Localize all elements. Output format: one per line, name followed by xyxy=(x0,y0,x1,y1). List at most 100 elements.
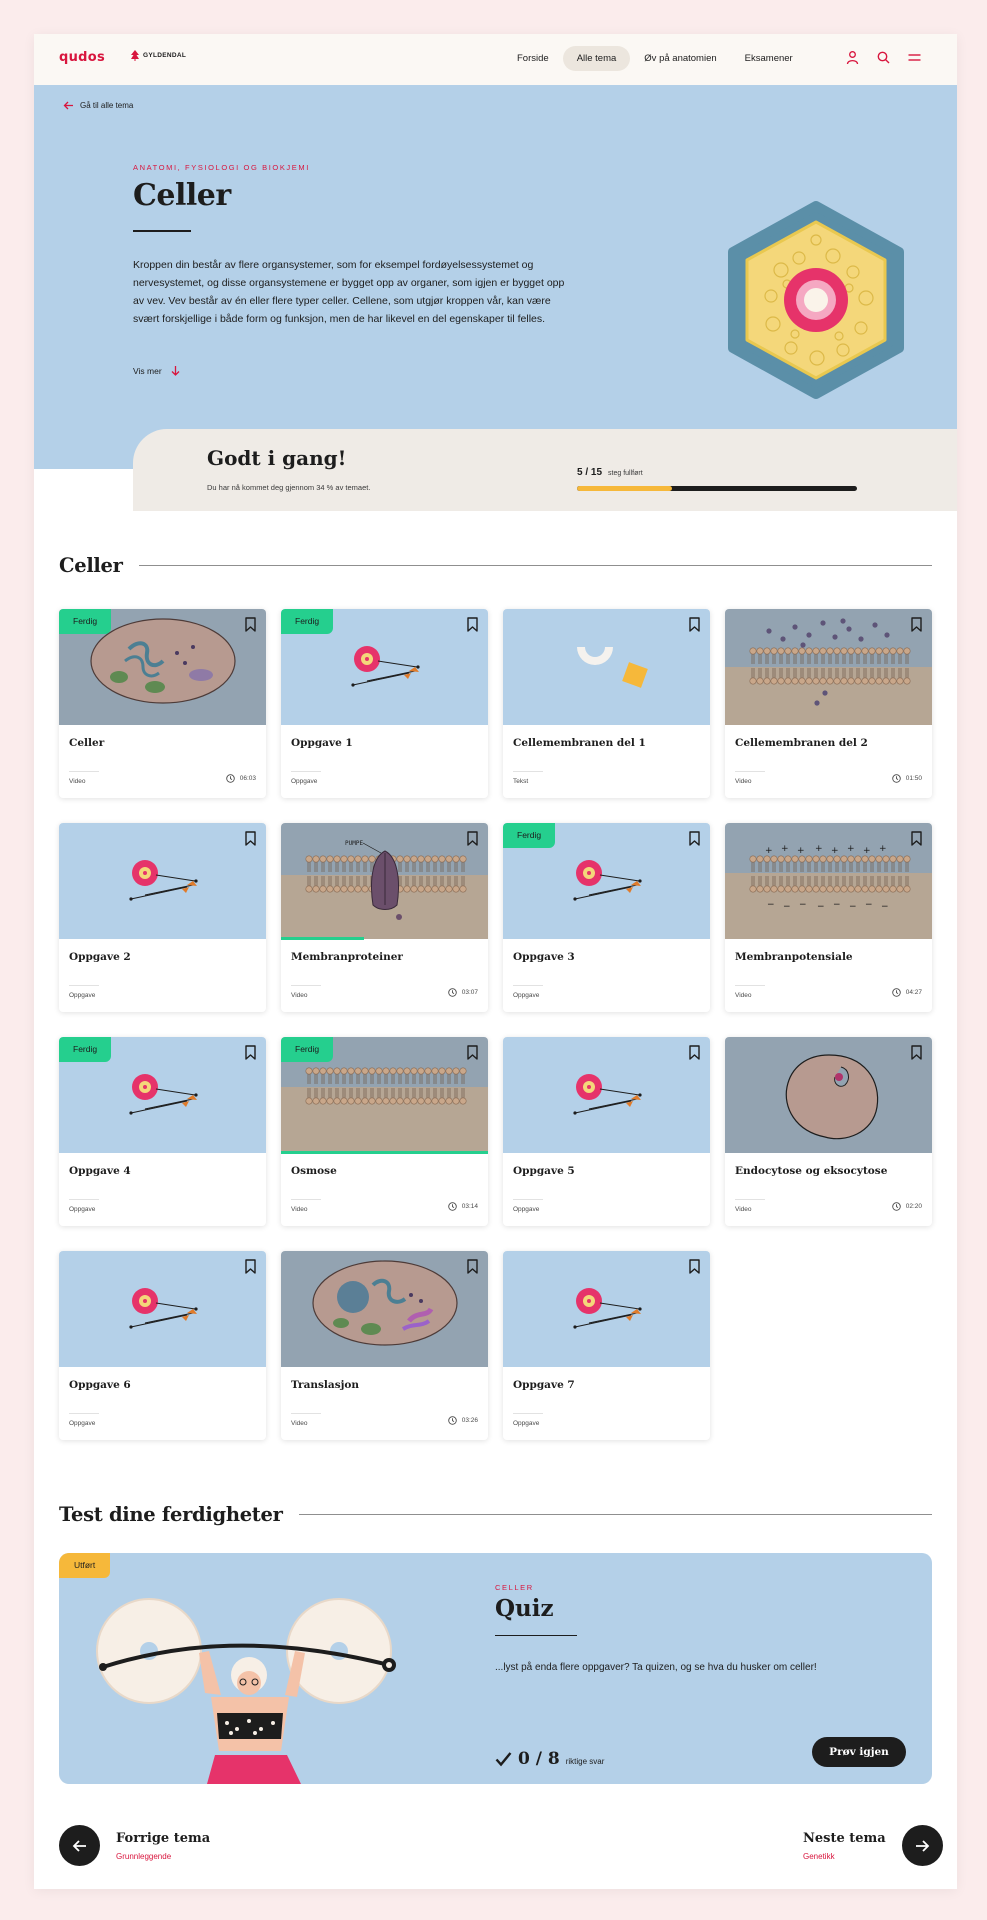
card-title: Oppgave 4 xyxy=(69,1165,131,1177)
duration-value: 02:20 xyxy=(905,1203,922,1210)
previous-topic-button[interactable] xyxy=(59,1825,100,1866)
bookmark-icon[interactable] xyxy=(466,617,479,632)
card-type: Oppgave xyxy=(69,1420,96,1427)
section-title: Celler xyxy=(59,554,123,577)
content-card[interactable]: Oppgave 5 Oppgave xyxy=(503,1037,710,1226)
bookmark-icon[interactable] xyxy=(910,831,923,846)
nav-eksamener[interactable]: Eksamener xyxy=(731,46,807,71)
card-divider xyxy=(69,1413,99,1414)
bookmark-icon[interactable] xyxy=(688,831,701,846)
clock-icon xyxy=(447,1202,457,1211)
card-type: Oppgave xyxy=(291,778,318,785)
qudos-logo[interactable]: qudos xyxy=(59,50,105,65)
topic-hero: Gå til alle tema ANATOMI, FYSIOLOGI OG B… xyxy=(34,85,957,469)
tree-icon xyxy=(131,50,139,61)
card-duration: 03:14 xyxy=(447,1202,478,1211)
svg-text:−: − xyxy=(865,900,873,910)
content-card[interactable]: Ferdig Celler Video 06:03 xyxy=(59,609,266,798)
bookmark-icon[interactable] xyxy=(688,617,701,632)
card-title: Cellemembranen del 1 xyxy=(513,737,646,749)
bookmark-icon[interactable] xyxy=(244,831,257,846)
bookmark-icon[interactable] xyxy=(244,1045,257,1060)
steps-count: 5 / 15 xyxy=(577,467,603,478)
card-type: Oppgave xyxy=(513,992,540,999)
previous-topic-name[interactable]: Grunnleggende xyxy=(116,1852,210,1861)
content-card[interactable]: Cellemembranen del 2 Video 01:50 xyxy=(725,609,932,798)
content-card[interactable]: PUMPE Membranproteiner Video 03:07 xyxy=(281,823,488,1012)
card-type: Video xyxy=(291,992,308,999)
page: qudos GYLDENDAL Forside Alle tema Øv på … xyxy=(34,34,957,1889)
bookmark-icon[interactable] xyxy=(688,1259,701,1274)
card-duration: 04:27 xyxy=(891,988,922,997)
next-topic-button[interactable] xyxy=(901,1825,943,1866)
content-card[interactable]: Translasjon Video 03:26 xyxy=(281,1251,488,1440)
search-icon[interactable] xyxy=(876,50,891,65)
card-illustration xyxy=(503,609,710,725)
clock-icon xyxy=(891,774,901,783)
content-card[interactable]: Oppgave 6 Oppgave xyxy=(59,1251,266,1440)
bookmark-icon[interactable] xyxy=(910,617,923,632)
progress-bar xyxy=(577,486,857,491)
card-divider xyxy=(69,985,99,986)
content-card[interactable]: Ferdig Oppgave 3 Oppgave xyxy=(503,823,710,1012)
bookmark-icon[interactable] xyxy=(244,1259,257,1274)
content-card[interactable]: Ferdig Oppgave 1 Oppgave xyxy=(281,609,488,798)
card-illustration xyxy=(59,1251,266,1367)
bookmark-icon[interactable] xyxy=(910,1045,923,1060)
quiz-score: 0 / 8 riktige svar xyxy=(495,1749,604,1769)
card-illustration xyxy=(59,823,266,939)
card-divider xyxy=(735,1199,765,1200)
quiz-category: CELLER xyxy=(495,1583,534,1592)
back-to-all-topics-link[interactable]: Gå til alle tema xyxy=(63,100,133,111)
nav-forside[interactable]: Forside xyxy=(503,46,563,71)
header-actions xyxy=(845,50,922,65)
card-divider xyxy=(291,1199,321,1200)
nav-ov-pa-anatomien[interactable]: Øv på anatomien xyxy=(630,46,730,71)
card-title: Membranproteiner xyxy=(291,951,403,963)
bookmark-icon[interactable] xyxy=(466,1259,479,1274)
bookmark-icon[interactable] xyxy=(244,617,257,632)
content-card[interactable]: + + + + + + + + − − − − − − − − Membranpotensiale Video 0… xyxy=(725,823,932,1012)
card-duration: 03:07 xyxy=(447,988,478,997)
completed-badge: Ferdig xyxy=(59,1037,112,1062)
show-more-button[interactable]: Vis mer xyxy=(133,365,181,376)
card-thumbnail: + + + + + + + + − − − − − − − − xyxy=(725,823,932,939)
nav-alle-tema[interactable]: Alle tema xyxy=(562,46,631,71)
completed-badge: Ferdig xyxy=(59,609,112,634)
content-card[interactable]: Ferdig Osmose Video 03:14 xyxy=(281,1037,488,1226)
progress-card: Godt i gang! Du har nå kommet deg gjenno… xyxy=(133,429,957,511)
duration-value: 01:50 xyxy=(905,775,922,782)
quiz-score-label: riktige svar xyxy=(565,1757,605,1766)
card-divider xyxy=(291,1413,321,1414)
svg-text:−: − xyxy=(849,902,857,912)
content-card[interactable]: Oppgave 2 Oppgave xyxy=(59,823,266,1012)
next-topic-title: Neste tema xyxy=(803,1830,886,1846)
steps-completed: 5 / 15 steg fullført xyxy=(577,467,643,478)
bookmark-icon[interactable] xyxy=(688,1045,701,1060)
show-more-label: Vis mer xyxy=(133,365,162,376)
user-icon[interactable] xyxy=(845,50,860,65)
svg-text:+: + xyxy=(781,844,789,854)
card-divider xyxy=(735,985,765,986)
content-card[interactable]: Cellemembranen del 1 Tekst xyxy=(503,609,710,798)
progress-title: Godt i gang! xyxy=(207,446,347,470)
content-card[interactable]: Oppgave 7 Oppgave xyxy=(503,1251,710,1440)
card-type: Video xyxy=(735,1206,752,1213)
card-thumbnail xyxy=(59,823,266,939)
content-card[interactable]: Ferdig Oppgave 4 Oppgave xyxy=(59,1037,266,1226)
bookmark-icon[interactable] xyxy=(466,831,479,846)
bookmark-icon[interactable] xyxy=(466,1045,479,1060)
topic-category: ANATOMI, FYSIOLOGI OG BIOKJEMI xyxy=(133,163,310,172)
retry-quiz-button[interactable]: Prøv igjen xyxy=(812,1737,906,1767)
card-illustration xyxy=(725,609,932,725)
next-topic-name[interactable]: Genetikk xyxy=(803,1852,886,1861)
quiz-card[interactable]: Utført CELLER Quiz ...lyst på enda flere… xyxy=(59,1553,932,1784)
previous-topic-link[interactable]: Forrige tema Grunnleggende xyxy=(59,1825,210,1866)
gyldendal-logo[interactable]: GYLDENDAL xyxy=(131,50,186,61)
duration-value: 04:27 xyxy=(905,989,922,996)
duration-value: 03:07 xyxy=(461,989,478,996)
next-topic-link[interactable]: Neste tema Genetikk xyxy=(803,1825,943,1866)
content-card[interactable]: Endocytose og eksocytose Video 02:20 xyxy=(725,1037,932,1226)
card-divider xyxy=(513,985,543,986)
menu-icon[interactable] xyxy=(907,50,922,65)
